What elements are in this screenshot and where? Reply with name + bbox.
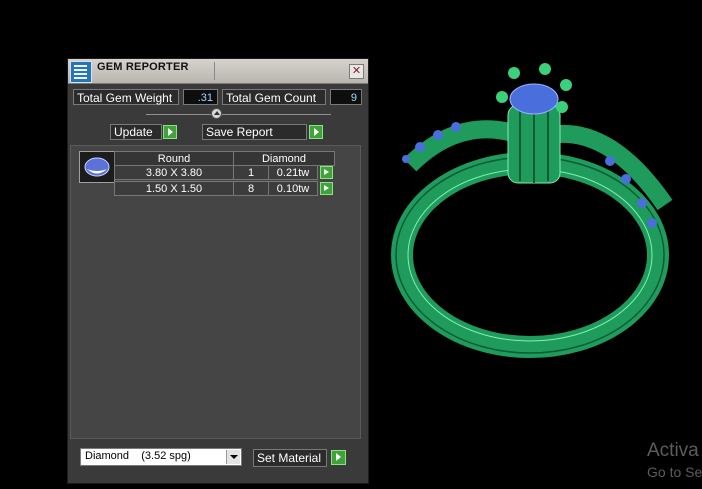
material-bar: Diamond (3.52 spg) Set Material [68,441,368,483]
total-gem-weight-label: Total Gem Weight [73,89,179,105]
side-stone [451,122,461,132]
gem-reporter-app-icon [70,61,92,83]
gem-count-cell: 1 [233,165,269,180]
total-gem-count-label: Total Gem Count [222,89,326,105]
gem-material-header: Diamond [233,151,335,166]
set-material-go-icon[interactable] [331,450,346,465]
ring-band-outer [391,152,669,358]
save-report-button[interactable]: Save Report [202,124,307,140]
gem-weight-cell: 0.21tw [268,165,318,180]
prong [508,67,520,79]
update-button[interactable]: Update [110,124,162,140]
save-report-go-icon[interactable] [309,125,323,139]
gem-shape-header: Round [114,151,234,166]
gem-size-cell: 1.50 X 1.50 [114,181,234,196]
prong [556,101,568,113]
title-divider [214,62,215,80]
row-go-icon[interactable] [320,166,333,179]
material-select-value: Diamond (3.52 spg) [85,450,191,462]
window-title: GEM REPORTER [97,61,189,73]
prong [539,63,551,75]
side-stone [433,130,443,140]
prong [560,79,572,91]
row-go-icon[interactable] [320,182,333,195]
gem-list: Round Diamond 3.80 X 3.80 1 0.21tw 1.50 … [70,145,361,439]
round-gem-icon[interactable] [79,151,115,183]
total-gem-weight-value: .31 [183,89,218,105]
gem-size-cell: 3.80 X 3.80 [114,165,234,180]
close-icon[interactable]: ✕ [349,64,364,79]
title-bar[interactable]: GEM REPORTER ✕ [68,59,368,84]
side-stone [637,198,647,208]
side-stone [415,142,425,152]
gem-reporter-panel: GEM REPORTER ✕ Total Gem Weight .31 Tota… [67,58,369,484]
material-select[interactable]: Diamond (3.52 spg) [80,448,242,466]
side-stone [605,156,615,166]
gem-count-cell: 8 [233,181,269,196]
splitter-handle[interactable] [211,108,222,119]
activation-watermark-title: Activa [647,440,699,461]
side-stone [402,155,410,163]
total-gem-count-value: 9 [330,89,362,105]
set-material-button[interactable]: Set Material [253,449,327,467]
chevron-down-icon[interactable] [226,450,240,464]
activation-watermark-subtitle: Go to Se [647,464,702,480]
side-stone [647,218,657,228]
ring-model[interactable] [380,55,685,365]
side-stone [621,174,631,184]
update-go-icon[interactable] [163,125,177,139]
gem-weight-cell: 0.10tw [268,181,318,196]
center-stone [509,83,559,115]
splitter-track [146,114,331,115]
prong [496,91,508,103]
